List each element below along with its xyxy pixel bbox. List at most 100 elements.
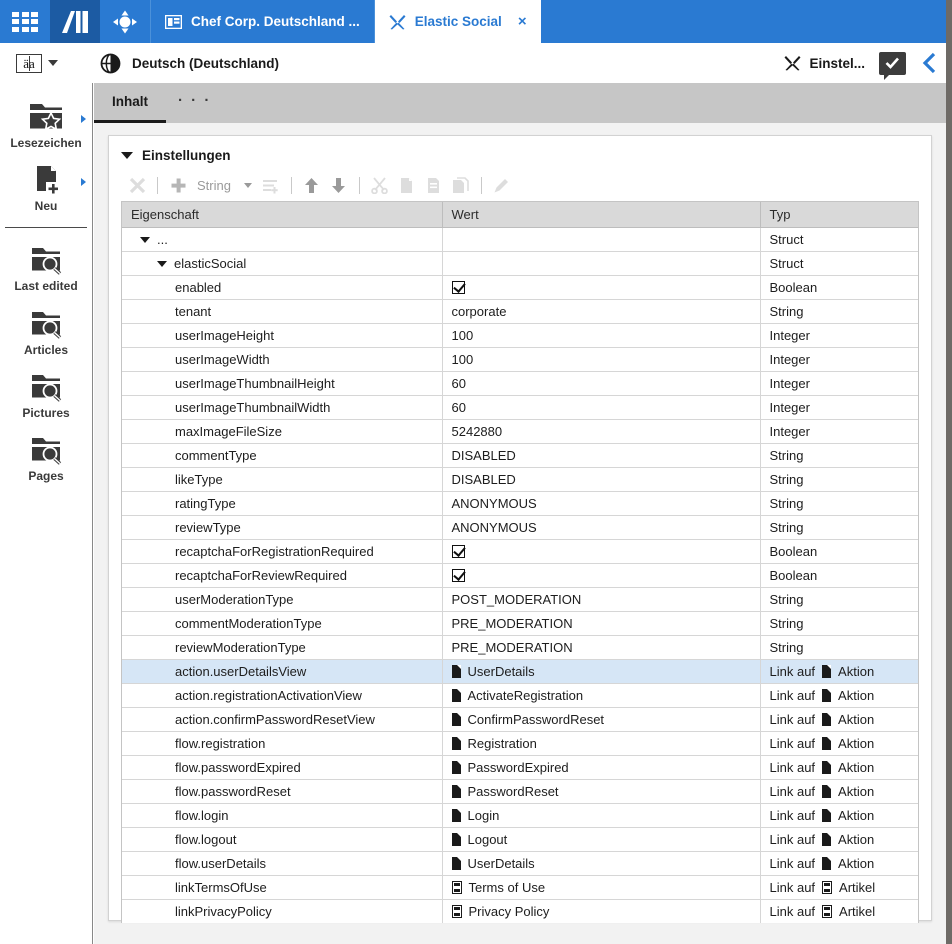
delete-button[interactable] (125, 173, 149, 197)
column-header-wert[interactable]: Wert (442, 202, 760, 228)
sidebar-item-lesezeichen[interactable]: Lesezeichen (0, 93, 92, 156)
comment-check-icon[interactable] (879, 52, 906, 75)
cell-value[interactable] (442, 540, 760, 564)
cell-value[interactable]: PRE_MODERATION (442, 612, 760, 636)
table-row[interactable]: maxImageFileSize5242880Integer (122, 420, 918, 444)
table-row[interactable]: flow.loginLoginLink aufAktion (122, 804, 918, 828)
add-to-list-button[interactable] (259, 173, 283, 197)
table-row[interactable]: enabledBoolean (122, 276, 918, 300)
checkbox-checked-icon[interactable] (452, 281, 465, 294)
navigation-move-button[interactable] (100, 0, 150, 43)
table-row[interactable]: flow.passwordExpiredPasswordExpiredLink … (122, 756, 918, 780)
properties-table-container[interactable]: Eigenschaft Wert Typ ...StructelasticSoc… (121, 201, 919, 923)
chevron-left-icon[interactable] (920, 52, 938, 74)
apps-grid-button[interactable] (0, 0, 50, 43)
cell-value[interactable] (442, 564, 760, 588)
tab-elastic-social[interactable]: Elastic Social × (375, 0, 541, 43)
cut-button[interactable] (368, 173, 392, 197)
triangle-down-icon[interactable] (140, 237, 150, 243)
cell-value[interactable] (442, 276, 760, 300)
cell-value[interactable]: ANONYMOUS (442, 516, 760, 540)
cell-value[interactable]: DISABLED (442, 468, 760, 492)
move-up-button[interactable] (300, 173, 324, 197)
table-row[interactable]: action.confirmPasswordResetViewConfirmPa… (122, 708, 918, 732)
cell-value[interactable]: Registration (442, 732, 760, 756)
table-row[interactable]: action.userDetailsViewUserDetailsLink au… (122, 660, 918, 684)
table-row[interactable]: recaptchaForRegistrationRequiredBoolean (122, 540, 918, 564)
settings-button[interactable]: Einstel... (784, 55, 865, 71)
table-row[interactable]: flow.logoutLogoutLink aufAktion (122, 828, 918, 852)
language-picker-button[interactable]: äa (16, 54, 58, 73)
edit-button[interactable] (490, 173, 514, 197)
table-row[interactable]: linkPrivacyPolicyPrivacy PolicyLink aufA… (122, 900, 918, 924)
tab-inhalt[interactable]: Inhalt (94, 83, 166, 123)
checkbox-checked-icon[interactable] (452, 545, 465, 558)
cell-value[interactable]: 5242880 (442, 420, 760, 444)
cell-value[interactable]: Login (442, 804, 760, 828)
type-select[interactable]: String (193, 178, 256, 193)
table-row[interactable]: reviewTypeANONYMOUSString (122, 516, 918, 540)
cell-value[interactable]: POST_MODERATION (442, 588, 760, 612)
cell-value[interactable]: PasswordReset (442, 780, 760, 804)
move-down-button[interactable] (327, 173, 351, 197)
triangle-down-icon[interactable] (157, 261, 167, 267)
paste-button[interactable] (422, 173, 446, 197)
cell-value[interactable]: 60 (442, 372, 760, 396)
cell-value[interactable]: ActivateRegistration (442, 684, 760, 708)
cell-value[interactable]: 100 (442, 324, 760, 348)
property-name: flow.login (175, 808, 228, 823)
sidebar-item-pictures[interactable]: Pictures (0, 363, 92, 426)
table-row[interactable]: flow.userDetailsUserDetailsLink aufAktio… (122, 852, 918, 876)
table-row[interactable]: commentTypeDISABLEDString (122, 444, 918, 468)
table-row[interactable]: ratingTypeANONYMOUSString (122, 492, 918, 516)
sidebar-item-last-edited[interactable]: Last edited (0, 236, 92, 299)
cell-value[interactable] (442, 252, 760, 276)
cell-value[interactable]: 100 (442, 348, 760, 372)
table-row[interactable]: flow.registrationRegistrationLink aufAkt… (122, 732, 918, 756)
table-row[interactable]: recaptchaForReviewRequiredBoolean (122, 564, 918, 588)
cell-value[interactable]: PRE_MODERATION (442, 636, 760, 660)
add-button[interactable] (166, 173, 190, 197)
table-row[interactable]: reviewModerationTypePRE_MODERATIONString (122, 636, 918, 660)
language-indicator[interactable]: Deutsch (Deutschland) (100, 53, 279, 74)
cell-value[interactable]: Privacy Policy (442, 900, 760, 924)
cell-value[interactable]: ConfirmPasswordReset (442, 708, 760, 732)
table-row[interactable]: ...Struct (122, 228, 918, 252)
table-row[interactable]: userImageWidth100Integer (122, 348, 918, 372)
cell-value[interactable]: UserDetails (442, 660, 760, 684)
table-row[interactable]: elasticSocialStruct (122, 252, 918, 276)
panel-header[interactable]: Einstellungen (121, 146, 919, 169)
cell-value[interactable]: Terms of Use (442, 876, 760, 900)
cell-value[interactable]: DISABLED (442, 444, 760, 468)
cell-value[interactable]: 60 (442, 396, 760, 420)
close-icon[interactable]: × (518, 13, 527, 30)
cell-value[interactable]: ANONYMOUS (442, 492, 760, 516)
scrollbar-track[interactable] (946, 83, 952, 95)
table-row[interactable]: userModerationTypePOST_MODERATIONString (122, 588, 918, 612)
copy-button[interactable] (395, 173, 419, 197)
firstspirit-logo-button[interactable] (50, 0, 100, 43)
table-row[interactable]: flow.passwordResetPasswordResetLink aufA… (122, 780, 918, 804)
table-row[interactable]: userImageHeight100Integer (122, 324, 918, 348)
cell-value[interactable]: Logout (442, 828, 760, 852)
tab-overflow-button[interactable]: · · · (166, 92, 223, 123)
table-row[interactable]: action.registrationActivationViewActivat… (122, 684, 918, 708)
table-row[interactable]: linkTermsOfUseTerms of UseLink aufArtike… (122, 876, 918, 900)
cell-value[interactable]: corporate (442, 300, 760, 324)
column-header-typ[interactable]: Typ (760, 202, 918, 228)
table-row[interactable]: commentModerationTypePRE_MODERATIONStrin… (122, 612, 918, 636)
column-header-eigenschaft[interactable]: Eigenschaft (122, 202, 442, 228)
table-row[interactable]: userImageThumbnailHeight60Integer (122, 372, 918, 396)
table-row[interactable]: tenantcorporateString (122, 300, 918, 324)
cell-value[interactable] (442, 228, 760, 252)
sidebar-item-neu[interactable]: Neu (0, 156, 92, 219)
cell-value[interactable]: UserDetails (442, 852, 760, 876)
checkbox-checked-icon[interactable] (452, 569, 465, 582)
table-row[interactable]: likeTypeDISABLEDString (122, 468, 918, 492)
sidebar-item-articles[interactable]: Articles (0, 300, 92, 363)
cell-value[interactable]: PasswordExpired (442, 756, 760, 780)
tab-chef-corp-deutschland[interactable]: Chef Corp. Deutschland ... (150, 0, 375, 43)
sidebar-item-pages[interactable]: Pages (0, 426, 92, 489)
table-row[interactable]: userImageThumbnailWidth60Integer (122, 396, 918, 420)
duplicate-button[interactable] (449, 173, 473, 197)
